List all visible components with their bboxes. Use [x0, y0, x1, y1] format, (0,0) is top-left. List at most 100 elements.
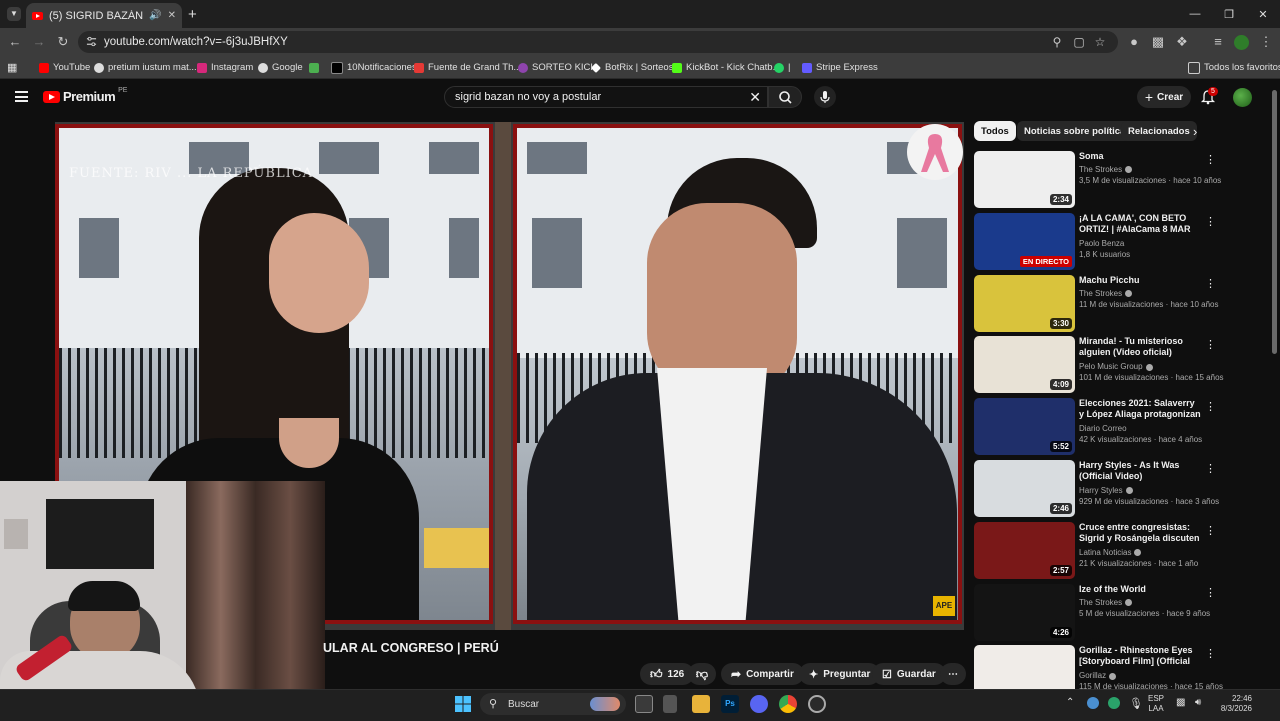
- bookmark-pretium[interactable]: pretium iustum mat...: [94, 61, 197, 74]
- language-indicator[interactable]: ESP LAA: [1148, 694, 1164, 714]
- recommendation-title[interactable]: Cruce entre congresistas: Sigrid y Rosán…: [1079, 522, 1201, 545]
- reload-icon[interactable]: ↻: [55, 34, 71, 50]
- channel-name[interactable]: The Strokes: [1079, 598, 1133, 607]
- save-button[interactable]: ☑ Guardar: [872, 663, 946, 685]
- search-input[interactable]: sigrid bazan no voy a postular ✕: [444, 86, 768, 108]
- recommendation-title[interactable]: Ize of the World: [1079, 584, 1201, 595]
- task-view-icon[interactable]: [635, 695, 653, 713]
- video-thumbnail[interactable]: 5:52: [974, 398, 1075, 456]
- bookmark-sorteo-kick[interactable]: SORTEO KICK: [518, 61, 597, 74]
- recommendation-title[interactable]: ¡A LA CAMA', CON BETO ORTIZ! | #AlaCama …: [1079, 213, 1201, 235]
- channel-name[interactable]: The Strokes: [1079, 289, 1133, 298]
- restore-icon[interactable]: ❐: [1212, 0, 1246, 28]
- windows-start-icon[interactable]: [455, 696, 471, 712]
- menu-hamburger-icon[interactable]: [15, 91, 28, 102]
- speaker-icon[interactable]: 🔊: [149, 10, 161, 21]
- channel-name[interactable]: Gorillaz: [1079, 671, 1117, 680]
- bookmark-instagram[interactable]: Instagram: [197, 61, 253, 74]
- more-options-icon[interactable]: ⋮: [1205, 647, 1216, 660]
- page-scrollbar[interactable]: [1272, 90, 1277, 354]
- new-tab-plus-icon[interactable]: +: [188, 6, 197, 23]
- search-button[interactable]: [768, 86, 802, 108]
- all-bookmarks[interactable]: Todos los favoritos: [1188, 61, 1280, 74]
- recommendation-title[interactable]: Harry Styles - As It Was (Official Video…: [1079, 460, 1201, 482]
- share-button[interactable]: ➦ Compartir: [721, 663, 804, 685]
- recommendation-item[interactable]: 4:09 Miranda! - Tu misterioso alguien (Vi…: [974, 336, 1224, 394]
- recommendation-item[interactable]: 2:57 Cruce entre congresistas: Sigrid y R…: [974, 521, 1219, 580]
- user-avatar[interactable]: [1233, 88, 1252, 107]
- bookmark-pinwheel[interactable]: [309, 61, 319, 74]
- bookmark-kickbot[interactable]: KickBot - Kick Chatb...: [672, 61, 781, 74]
- back-arrow-icon[interactable]: ←: [7, 34, 23, 50]
- tray-mic-icon[interactable]: 🎙︎: [1129, 697, 1143, 710]
- apps-grid-icon[interactable]: ▦: [7, 61, 17, 74]
- bookmark-star-icon[interactable]: ☆: [1093, 35, 1107, 49]
- video-thumbnail[interactable]: 4:09: [974, 336, 1075, 394]
- more-actions-button[interactable]: ⋯: [940, 663, 966, 685]
- more-options-icon[interactable]: ⋮: [1205, 524, 1216, 537]
- more-options-icon[interactable]: ⋮: [1205, 153, 1216, 166]
- tab-close-icon[interactable]: ✕: [168, 10, 176, 21]
- photoshop-icon[interactable]: Ps: [721, 695, 739, 713]
- minimize-icon[interactable]: —: [1178, 0, 1212, 28]
- create-button[interactable]: + Crear: [1137, 86, 1191, 108]
- channel-name[interactable]: Diario Correo: [1079, 424, 1127, 433]
- more-options-icon[interactable]: ⋮: [1205, 400, 1216, 413]
- video-thumbnail[interactable]: EN DIRECTO: [974, 212, 1075, 270]
- recommendation-title[interactable]: Elecciones 2021: Salaverry y López Aliag…: [1079, 398, 1201, 421]
- close-window-icon[interactable]: ✕: [1246, 0, 1280, 28]
- discord-icon[interactable]: [750, 695, 768, 713]
- chevron-right-icon[interactable]: ›: [1193, 124, 1197, 139]
- recommendation-item[interactable]: 2:34 Soma The Strokes 3,5 M de visualizacio…: [974, 151, 1221, 209]
- cast-icon[interactable]: ▢: [1072, 35, 1086, 49]
- more-options-icon[interactable]: ⋮: [1205, 215, 1216, 228]
- browser-tab-active[interactable]: (5) SIGRID BAZÁN Y EL DÍA 🔊 ✕: [26, 3, 182, 28]
- file-explorer-icon[interactable]: [692, 695, 710, 713]
- more-options-icon[interactable]: ⋮: [1205, 277, 1216, 290]
- taskbar-clock[interactable]: 22:46 8/3/2026: [1210, 694, 1252, 714]
- recommendation-title[interactable]: Gorillaz - Rhinestone Eyes [Storyboard F…: [1079, 645, 1201, 668]
- channel-name[interactable]: Harry Styles: [1079, 486, 1133, 495]
- extension-icon[interactable]: ●: [1126, 34, 1142, 50]
- profile-avatar[interactable]: [1234, 35, 1249, 50]
- recommendation-item[interactable]: 5:52 Elecciones 2021: Salaverry y López A…: [974, 398, 1219, 456]
- tray-app-2-icon[interactable]: [1108, 697, 1120, 709]
- channel-name[interactable]: Paolo Benza: [1079, 239, 1124, 248]
- obs-icon[interactable]: [808, 695, 826, 713]
- taskbar-search[interactable]: ⚲ Buscar: [480, 693, 626, 715]
- bookmark-botrix[interactable]: BotRix | Sorteos: [591, 61, 673, 74]
- video-thumbnail[interactable]: 4:26: [974, 583, 1075, 641]
- voice-search-button[interactable]: [814, 86, 836, 108]
- site-settings-icon[interactable]: [86, 36, 97, 47]
- forward-arrow-icon[interactable]: →: [31, 34, 47, 50]
- bookmark-10notificaciones[interactable]: 10Notificaciones: [331, 61, 417, 74]
- recommendation-title[interactable]: Soma: [1079, 151, 1201, 162]
- network-icon[interactable]: ▩: [1176, 697, 1185, 708]
- channel-name[interactable]: Pelo Music Group: [1079, 362, 1153, 371]
- video-thumbnail[interactable]: 2:46: [974, 460, 1075, 517]
- dislike-button[interactable]: 👎︎: [688, 663, 716, 685]
- ask-button[interactable]: ✦ Preguntar: [799, 663, 881, 685]
- chip-relacionados[interactable]: Relacionados: [1121, 121, 1197, 141]
- tray-app-icon[interactable]: [1087, 697, 1099, 709]
- recommendation-item[interactable]: 4:26 Ize of the World The Strokes 5 M de vi…: [974, 583, 1219, 642]
- tab-list-chevron-icon[interactable]: ▼: [7, 7, 21, 21]
- more-options-icon[interactable]: ⋮: [1205, 462, 1216, 475]
- channel-name[interactable]: Latina Noticias: [1079, 548, 1142, 557]
- bookmark-google[interactable]: Google: [258, 61, 303, 74]
- bookmark-youtube[interactable]: YouTube: [39, 61, 90, 74]
- recommendation-item[interactable]: 3:30 Machu Picchu The Strokes 11 M de visua…: [974, 274, 1219, 333]
- bookmark-whatsapp[interactable]: |: [774, 61, 790, 74]
- video-thumbnail[interactable]: 2:34: [974, 151, 1075, 208]
- bookmark-stripe[interactable]: Stripe Express: [802, 61, 878, 74]
- channel-name[interactable]: The Strokes: [1079, 165, 1133, 174]
- video-thumbnail[interactable]: 3:30: [974, 274, 1075, 332]
- more-options-icon[interactable]: ⋮: [1205, 338, 1216, 351]
- app-phone-icon[interactable]: [663, 695, 677, 713]
- volume-icon[interactable]: 🔊︎: [1195, 697, 1201, 708]
- chrome-taskbar-icon[interactable]: [779, 695, 797, 713]
- like-button[interactable]: 👍︎ 126: [640, 663, 695, 685]
- chip-todos[interactable]: Todos: [974, 121, 1016, 141]
- recommendation-title[interactable]: Machu Picchu: [1079, 275, 1201, 286]
- more-options-icon[interactable]: ⋮: [1205, 586, 1216, 599]
